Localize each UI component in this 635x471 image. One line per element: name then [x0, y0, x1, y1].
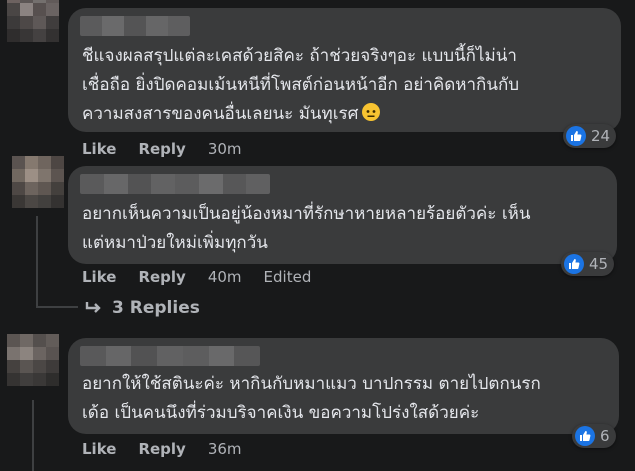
comment-actions: Like Reply 40m Edited [82, 268, 333, 286]
reply-button[interactable]: Reply [138, 140, 185, 158]
like-button[interactable]: Like [82, 268, 116, 286]
thread-line-corner [36, 306, 78, 308]
comment-text: อยากเห็นความเป็นอยู่น้องหมาที่รักษาหายหล… [82, 204, 531, 253]
reaction-badge[interactable]: 24 [563, 124, 617, 148]
neutral-face-emoji [362, 103, 381, 121]
edited-label[interactable]: Edited [264, 268, 312, 286]
comment-text: อยากให้ใช้สตินะค่ะ หากินกับหมาแมว บาปกรร… [82, 374, 541, 423]
like-button[interactable]: Like [82, 440, 116, 458]
avatar[interactable] [12, 156, 64, 208]
replies-count-label: 3 Replies [112, 298, 200, 318]
commenter-name-blurred[interactable] [80, 346, 260, 366]
reply-button[interactable]: Reply [138, 440, 185, 458]
comment-actions: Like Reply 36m [82, 440, 264, 458]
thread-line [36, 216, 38, 306]
reply-arrow-icon [85, 302, 101, 313]
like-icon [566, 126, 586, 146]
thread-line [32, 400, 34, 471]
timestamp[interactable]: 30m [208, 140, 242, 158]
timestamp[interactable]: 36m [208, 440, 242, 458]
reply-button[interactable]: Reply [138, 268, 185, 286]
reaction-count: 24 [591, 127, 611, 145]
timestamp[interactable]: 40m [208, 268, 242, 286]
commenter-name-blurred[interactable] [80, 16, 190, 36]
reaction-count: 6 [600, 427, 610, 445]
avatar[interactable] [7, 334, 59, 386]
commenter-name-blurred[interactable] [80, 174, 270, 194]
reaction-count: 45 [589, 255, 609, 273]
comment-actions: Like Reply 30m [82, 140, 264, 158]
comment-bubble: ชีแจงผลสรุปแต่ละเคสด้วยสิคะ ถ้าช่วยจริงๆ… [68, 8, 621, 132]
reaction-badge[interactable]: 6 [572, 424, 616, 448]
like-icon [564, 254, 584, 274]
comment-bubble: อยากเห็นความเป็นอยู่น้องหมาที่รักษาหายหล… [68, 166, 617, 264]
reaction-badge[interactable]: 45 [561, 252, 615, 276]
comment-bubble: อยากให้ใช้สตินะค่ะ หากินกับหมาแมว บาปกรร… [68, 338, 619, 434]
comment-text: ชีแจงผลสรุปแต่ละเคสด้วยสิคะ ถ้าช่วยจริงๆ… [82, 46, 520, 124]
avatar[interactable] [7, 0, 59, 42]
like-icon [575, 426, 595, 446]
view-replies-link[interactable]: 3 Replies [84, 298, 200, 318]
like-button[interactable]: Like [82, 140, 116, 158]
